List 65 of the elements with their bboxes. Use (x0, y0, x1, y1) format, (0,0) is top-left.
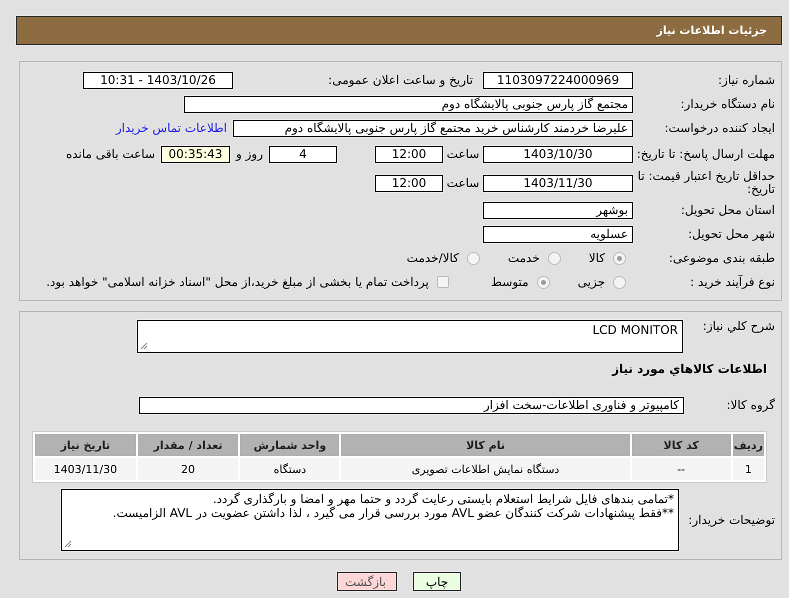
radio-label: متوسط (490, 275, 529, 289)
radio-button[interactable] (536, 276, 550, 288)
note-line: *تمامی بندهای فایل شرایط استعلام بایستی رعایت گردد و حتما مهر و امضا و بارگذاری گردد. (212, 492, 674, 506)
table-cell: دستگاه نمایش اطلاعات تصویری (341, 458, 630, 480)
response-date-field: 1403/10/30 (483, 146, 633, 162)
column-header: تعداد / مقدار (138, 434, 238, 456)
radio-button[interactable] (613, 276, 626, 288)
buyer-notes-field[interactable]: *تمامی بندهای فایل شرایط استعلام بایستی رعایت گردد و حتما مهر و امضا و بارگذاری گردد. **فقط پیشنهادات شرکت کنندگان عضو AVL مورد بررسی قرار می گیرد ، لذا داشتن عضویت در AVL الزامیست. (61, 489, 679, 551)
print-button[interactable]: چاپ (413, 572, 461, 591)
radio-label: خدمت (508, 251, 540, 265)
column-header: نام کالا (341, 434, 630, 456)
resize-grip-icon[interactable] (64, 540, 72, 548)
section-title: اطلاعات کالاهاي مورد نياز (612, 362, 767, 376)
column-header: ردیف (732, 434, 764, 456)
resize-grip-icon[interactable] (140, 342, 148, 350)
table-cell: 1403/11/30 (35, 458, 136, 480)
radio-button[interactable] (466, 252, 480, 264)
description-field[interactable]: LCD MONITOR (137, 320, 683, 353)
days-field: 4 (269, 146, 337, 162)
table-cell: دستگاه (240, 458, 340, 480)
field-label: ساعت باقی مانده (66, 147, 155, 161)
checkbox-label: پرداخت تمام یا بخشی از مبلغ خرید،از محل "اسناد خزانه اسلامی" خواهد بود. (46, 275, 429, 289)
need-number-field: 1103097224000969 (483, 72, 633, 88)
column-header: تاریخ نیاز (35, 434, 136, 456)
field-label: روز و (236, 147, 263, 161)
field-label: تاریخ و ساعت اعلان عمومی: (327, 73, 473, 87)
back-button[interactable]: بازگشت (337, 572, 397, 591)
field-label: شهر محل تحویل: (687, 228, 775, 240)
note-line: **فقط پیشنهادات شرکت کنندگان عضو AVL مورد بررسی قرار می گیرد ، لذا داشتن عضویت در AVL الزامیست. (112, 506, 674, 520)
field-label: توضیحات خریدار: (687, 514, 775, 526)
field-label: شماره نیاز: (717, 74, 775, 86)
field-label: نوع فرآیند خرید : (689, 276, 775, 288)
radio-label: جزیی (578, 275, 605, 289)
buyer-contact-link[interactable]: اطلاعات تماس خریدار (116, 121, 227, 135)
radio-label: کالا (588, 251, 605, 265)
field-label: گروه کالا: (726, 398, 775, 412)
price-validity-time-field: 12:00 (375, 174, 443, 192)
radio-button[interactable] (613, 252, 626, 264)
page-title: جزئیات اطلاعات نیاز (656, 24, 767, 37)
table-cell: 20 (138, 458, 238, 480)
response-time-field: 12:00 (375, 146, 443, 162)
city-field: عسلویه (483, 226, 633, 242)
table-cell: 1 (732, 458, 764, 480)
field-label: حداقل تاریخ اعتبار قیمت: تا تاریخ: (636, 170, 775, 196)
field-label: مهلت ارسال پاسخ: تا تاریخ: (636, 148, 775, 160)
checkbox[interactable] (436, 276, 449, 288)
column-header: واحد شمارش (240, 434, 340, 456)
announce-date-field: 1403/10/26 - 10:31 (83, 72, 233, 88)
goods-group-field: کامپیوتر و فناوری اطلاعات-سخت افزار (139, 396, 684, 414)
field-label: ایجاد کننده درخواست: (663, 122, 775, 134)
price-validity-date-field: 1403/11/30 (483, 174, 633, 192)
field-label: طبقه بندی موضوعی: (668, 252, 775, 264)
remaining-time-field: 00:35:43 (161, 146, 230, 162)
field-label: استان محل تحویل: (680, 204, 775, 216)
radio-label: کالا/خدمت (406, 251, 459, 265)
field-label: ساعت (446, 147, 480, 161)
radio-button[interactable] (548, 252, 561, 264)
field-label: ساعت (446, 176, 480, 190)
field-label: شرح کلي نياز: (702, 320, 775, 333)
requester-field: علیرضا خردمند کارشناس خرید مجتمع گاز پارس جنوبی پالایشگاه دوم (233, 120, 633, 136)
province-field: بوشهر (483, 202, 633, 218)
table-cell: -- (632, 458, 731, 480)
field-label: نام دستگاه خریدار: (680, 98, 775, 110)
buyer-field: مجتمع گاز پارس جنوبی پالایشگاه دوم (184, 96, 633, 112)
column-header: کد کالا (632, 434, 731, 456)
